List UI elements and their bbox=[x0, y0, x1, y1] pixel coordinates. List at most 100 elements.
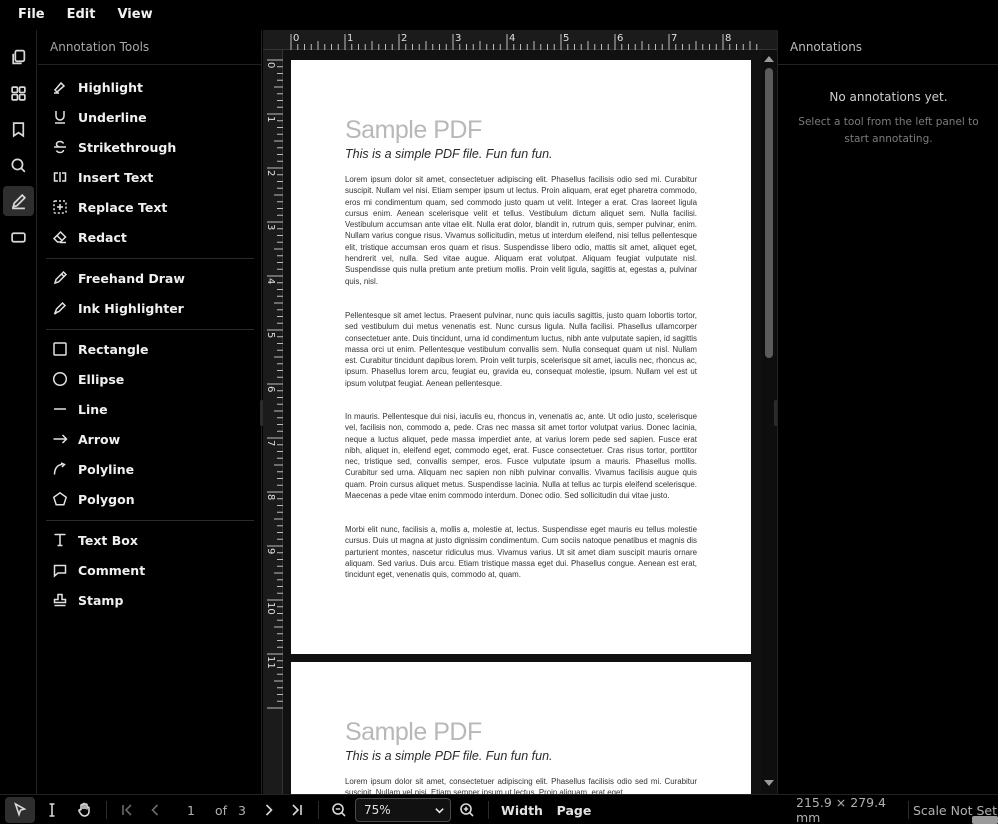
replace-text-icon bbox=[53, 200, 67, 214]
divider bbox=[38, 64, 262, 65]
ruler-label: 10 bbox=[265, 602, 276, 615]
ruler-label: 4 bbox=[265, 278, 276, 284]
tool-line[interactable]: Line bbox=[52, 396, 252, 422]
tool-polyline[interactable]: Polyline bbox=[52, 456, 252, 482]
tool-replace-text[interactable]: Replace Text bbox=[52, 194, 252, 220]
ruler-label: 8 bbox=[725, 33, 731, 44]
first-page-icon bbox=[122, 804, 132, 816]
page-total-label: 3 bbox=[238, 802, 246, 818]
ruler-label: 4 bbox=[509, 33, 515, 44]
previous-page-button[interactable] bbox=[142, 795, 168, 824]
tool-rectangle[interactable]: Rectangle bbox=[52, 336, 252, 362]
next-page-button[interactable] bbox=[256, 795, 282, 824]
bookmark-icon bbox=[12, 121, 25, 137]
tool-freehand-draw[interactable]: Freehand Draw bbox=[52, 265, 252, 291]
rail-bookmarks-button[interactable] bbox=[3, 114, 34, 144]
tool-highlight[interactable]: Highlight bbox=[52, 74, 252, 100]
menu-view[interactable]: View bbox=[109, 1, 160, 29]
tool-text-box[interactable]: Text Box bbox=[52, 527, 252, 553]
ruler-label: 3 bbox=[265, 224, 276, 230]
menu-edit[interactable]: Edit bbox=[59, 1, 104, 29]
annotation-tools-panel: Annotation Tools Highlight Underline Str… bbox=[38, 30, 262, 794]
ruler-label: 3 bbox=[455, 33, 461, 44]
last-page-icon bbox=[292, 804, 302, 816]
underline-icon bbox=[55, 111, 65, 124]
zoom-level-select[interactable]: 75% bbox=[355, 798, 451, 822]
tool-strikethrough[interactable]: Strikethrough bbox=[52, 134, 252, 160]
empty-state-message: No annotations yet. bbox=[829, 90, 948, 104]
strikethrough-icon bbox=[54, 140, 66, 154]
zoom-out-button[interactable] bbox=[326, 795, 352, 824]
page-dimensions-label: 215.9 × 279.4 mm bbox=[796, 795, 886, 824]
scroll-down-arrow[interactable] bbox=[764, 780, 774, 786]
divider bbox=[318, 801, 319, 819]
page-paragraph: Pellentesque sit amet lectus. Praesent p… bbox=[345, 311, 697, 388]
panel-title: Annotations bbox=[790, 40, 863, 54]
scrollbar-thumb[interactable] bbox=[765, 68, 773, 358]
ruler-label: 7 bbox=[265, 440, 276, 446]
divider bbox=[46, 258, 254, 259]
ruler-label: 9 bbox=[265, 548, 276, 554]
first-page-button[interactable] bbox=[114, 795, 140, 824]
select-tool-button[interactable] bbox=[5, 797, 35, 823]
tool-ellipse[interactable]: Ellipse bbox=[52, 366, 252, 392]
rail-annotate-button[interactable] bbox=[3, 186, 34, 216]
marker-icon bbox=[53, 301, 67, 315]
horizontal-scrollbar-thumb[interactable] bbox=[972, 816, 998, 824]
vertical-ruler: 0 1 2 3 4 5 6 7 8 9 10 11 bbox=[263, 50, 283, 794]
tool-stamp[interactable]: Stamp bbox=[52, 587, 252, 613]
pentagon-icon bbox=[52, 491, 68, 506]
tool-insert-text[interactable]: Insert Text bbox=[52, 164, 252, 190]
page-paragraph: Morbi elit nunc, facilisis a, mollis a, … bbox=[345, 525, 697, 580]
bottom-toolbar: 1 of 3 75% Width Page 215.9 × 279.4 mm S… bbox=[0, 794, 998, 824]
page-number-input[interactable]: 1 bbox=[178, 795, 204, 824]
tool-ink-highlighter[interactable]: Ink Highlighter bbox=[52, 295, 252, 321]
zoom-in-button[interactable] bbox=[454, 795, 480, 824]
copy-icon bbox=[12, 49, 26, 64]
arrow-right-icon bbox=[53, 434, 68, 444]
menu-file[interactable]: File bbox=[10, 1, 53, 29]
rail-pages-button[interactable] bbox=[3, 42, 34, 72]
side-rail bbox=[0, 30, 37, 794]
pen-icon bbox=[11, 193, 27, 209]
page-title: Sample PDF bbox=[345, 718, 482, 746]
tool-arrow[interactable]: Arrow bbox=[52, 426, 252, 452]
tool-redact[interactable]: Redact bbox=[52, 224, 252, 250]
zoom-in-icon bbox=[460, 803, 474, 817]
grid-icon bbox=[11, 85, 26, 101]
last-page-button[interactable] bbox=[284, 795, 310, 824]
rectangle-icon bbox=[11, 231, 26, 243]
divider bbox=[488, 801, 489, 819]
tool-underline[interactable]: Underline bbox=[52, 104, 252, 130]
ruler-label: 2 bbox=[265, 170, 276, 176]
stamp-icon bbox=[53, 593, 67, 607]
chevron-down-icon bbox=[435, 808, 444, 814]
ruler-label: 2 bbox=[401, 33, 407, 44]
divider bbox=[106, 801, 107, 819]
scroll-up-arrow[interactable] bbox=[764, 56, 774, 62]
tool-comment[interactable]: Comment bbox=[52, 557, 252, 583]
text-t-icon bbox=[54, 533, 66, 547]
fit-page-button[interactable]: Page bbox=[554, 795, 594, 824]
pan-tool-button[interactable] bbox=[69, 795, 99, 824]
insert-text-icon bbox=[53, 172, 67, 182]
rail-thumbnails-button[interactable] bbox=[3, 78, 34, 108]
divider bbox=[778, 64, 998, 65]
document-viewer: 0 1 2 3 4 5 6 7 8 0 1 2 3 4 5 6 7 8 9 10 11 Sample PDF This… bbox=[263, 30, 777, 794]
text-select-tool-button[interactable] bbox=[38, 795, 66, 824]
menu-bar: File Edit View bbox=[0, 0, 998, 30]
rail-forms-button[interactable] bbox=[3, 222, 34, 252]
tool-polygon[interactable]: Polygon bbox=[52, 486, 252, 512]
fit-width-button[interactable]: Width bbox=[498, 795, 546, 824]
ruler-label: 1 bbox=[347, 33, 353, 44]
page-of-label: of bbox=[214, 802, 228, 818]
search-icon bbox=[11, 157, 26, 172]
line-icon bbox=[54, 408, 66, 410]
cursor-icon bbox=[14, 802, 27, 817]
page-title: Sample PDF bbox=[345, 116, 482, 144]
page-subtitle: This is a simple PDF file. Fun fun fun. bbox=[345, 147, 553, 161]
rail-search-button[interactable] bbox=[3, 150, 34, 180]
ruler-label: 6 bbox=[265, 386, 276, 392]
empty-state-hint: Select a tool from the left panel to sta… bbox=[798, 116, 979, 145]
page-subtitle: This is a simple PDF file. Fun fun fun. bbox=[345, 749, 553, 763]
